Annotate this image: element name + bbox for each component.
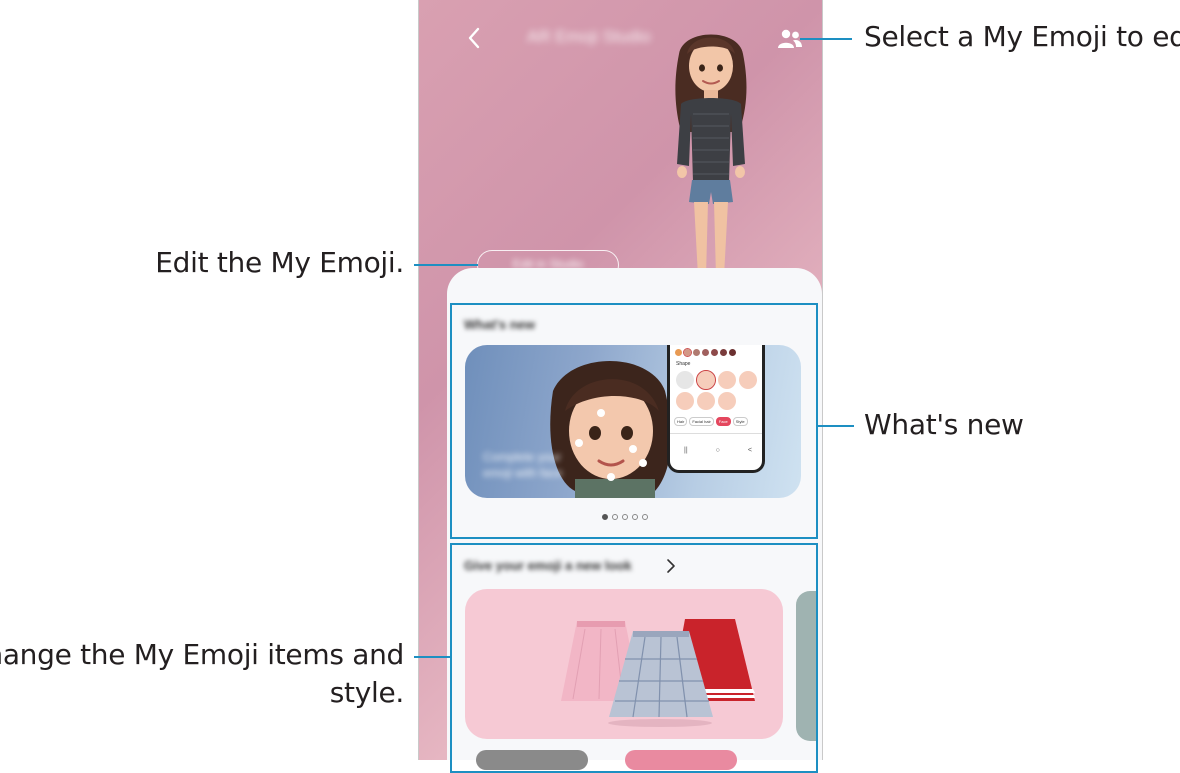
banner-text: Complete your emoji with face <box>483 449 562 481</box>
page-dot-4[interactable] <box>632 514 638 520</box>
annotation-whats-new: What's new <box>864 408 1024 441</box>
banner-text-line-1: Complete your <box>483 450 562 464</box>
mini-shape-label: Shape <box>676 361 691 367</box>
page-dot-5[interactable] <box>642 514 648 520</box>
item-card-next[interactable] <box>796 591 816 741</box>
mini-tab-row: Hair Facial hair Face Style <box>674 417 748 426</box>
skirts-illustration <box>561 619 755 727</box>
face-shape-grid <box>676 370 757 410</box>
callout-line-whats-new <box>818 425 854 427</box>
section-title[interactable]: Give your emoji a new look <box>464 558 632 573</box>
item-card-skirts[interactable] <box>465 589 783 739</box>
callout-line-edit <box>414 264 478 266</box>
whats-new-banner[interactable]: Complete your emoji with face Shape Hair… <box>465 345 801 498</box>
section-more-button[interactable] <box>665 558 677 574</box>
pagination-dots <box>602 514 648 520</box>
mini-tab-style: Style <box>732 417 748 426</box>
mini-phone-mockup: Shape Hair Facial hair Face Style || ○ < <box>667 345 765 473</box>
callout-line-items <box>414 656 452 658</box>
annotation-change-items-line1: Change the My Emoji items and <box>0 638 404 671</box>
banner-text-line-2: emoji with face <box>483 466 563 480</box>
mini-tab-face: Face <box>715 417 731 426</box>
page-dot-3[interactable] <box>622 514 628 520</box>
callout-line-select <box>800 38 852 40</box>
item-card-peek-2[interactable] <box>625 750 737 770</box>
whats-new-title: What's new <box>464 317 535 332</box>
chevron-left-icon <box>468 27 480 49</box>
annotation-edit-emoji: Edit the My Emoji. <box>155 246 404 279</box>
mini-tab-hair: Hair <box>674 417 688 426</box>
skin-tone-row <box>675 348 736 357</box>
chevron-right-icon <box>667 559 675 573</box>
mini-nav-bar: || ○ < <box>684 447 752 454</box>
annotation-select-emoji: Select a My Emoji to edit. <box>864 20 1180 53</box>
page-dot-1[interactable] <box>602 514 608 520</box>
my-emoji-avatar[interactable] <box>651 14 771 304</box>
annotation-change-items-line2: style. <box>329 676 405 709</box>
mini-toolbar <box>670 433 762 434</box>
item-card-peek-1[interactable] <box>476 750 588 770</box>
mini-tab-facial-hair: Facial hair <box>689 417 714 426</box>
back-button[interactable] <box>463 24 487 52</box>
page-dot-2[interactable] <box>612 514 618 520</box>
